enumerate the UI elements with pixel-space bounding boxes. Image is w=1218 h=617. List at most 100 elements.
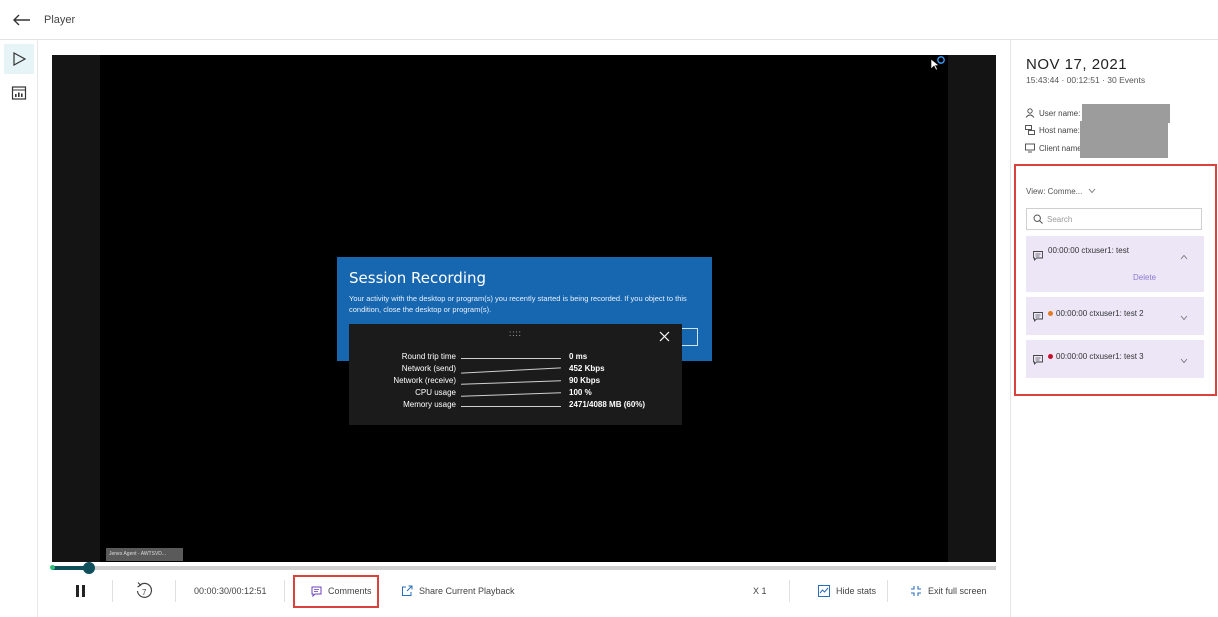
letterbox-left (52, 55, 100, 562)
comment-item[interactable]: 00:00:00 ctxuser1: test Delete (1026, 236, 1204, 292)
share-icon (402, 585, 413, 596)
chevron-down-icon[interactable] (1180, 358, 1188, 364)
stats-value: 0 ms (569, 352, 588, 361)
stats-row: Round trip time 0 ms (349, 352, 682, 364)
comment-icon (1033, 312, 1043, 322)
stats-icon (818, 585, 830, 597)
close-icon[interactable] (649, 326, 679, 346)
delete-comment-link[interactable]: Delete (1133, 273, 1156, 282)
divider (112, 580, 113, 602)
stats-row: Network (receive) 90 Kbps (349, 376, 682, 388)
pause-button[interactable] (76, 574, 86, 608)
user-name-row: User name: (1025, 103, 1171, 123)
host-name-redacted (1079, 120, 1168, 140)
session-date: NOV 17, 2021 (1026, 56, 1128, 73)
stats-row: CPU usage 100 % (349, 388, 682, 400)
divider (789, 580, 790, 602)
session-meta: 15:43:44 · 00:12:51 · 30 Events (1026, 75, 1146, 85)
client-name-label: Client name (1039, 143, 1082, 153)
comment-text-row: 00:00:00 ctxuser1: test 2 (1048, 309, 1144, 318)
exit-fullscreen-button[interactable]: Exit full screen (910, 574, 987, 608)
view-dropdown-label: View: Comme... (1026, 187, 1083, 196)
comment-text: 00:00:00 ctxuser1: test 3 (1056, 352, 1144, 361)
exit-fullscreen-icon (911, 586, 921, 596)
status-dot (1048, 354, 1053, 359)
top-bar: Player (0, 0, 1218, 40)
divider (461, 406, 561, 407)
hide-stats-button[interactable]: Hide stats (818, 574, 876, 608)
stats-label: Round trip time (401, 352, 456, 361)
timeline-thumb[interactable] (82, 562, 95, 574)
player-tab[interactable] (4, 44, 34, 74)
comment-text: 00:00:00 ctxuser1: test 2 (1056, 309, 1144, 318)
comment-item[interactable]: 00:00:00 ctxuser1: test 3 (1026, 340, 1204, 378)
host-name-row: Host name: (1025, 120, 1168, 140)
monitor-icon (1025, 143, 1035, 153)
stats-label: Network (receive) (393, 376, 456, 385)
host-icon (1025, 125, 1035, 135)
stats-row: Memory usage 2471/4088 MB (60%) (349, 400, 682, 412)
dialog-text: Your activity with the desktop or progra… (349, 294, 687, 314)
stats-value: 100 % (569, 388, 592, 397)
search-input[interactable]: Search (1026, 208, 1202, 230)
divider (175, 580, 176, 602)
exit-fullscreen-label: Exit full screen (928, 586, 987, 596)
play-outline-icon (13, 51, 27, 67)
comments-button-highlight (293, 575, 379, 608)
comment-icon (1033, 251, 1043, 261)
drag-handle-icon[interactable]: :::: (509, 329, 522, 338)
stats-overlay: :::: Round trip time 0 ms Network (send)… (349, 324, 682, 425)
playback-controls: 7 00:00:30/00:12:51 Comments Share Curre… (52, 574, 996, 608)
rewind-7s-button[interactable]: 7 (134, 574, 154, 608)
dialog-title: Session Recording (349, 269, 487, 287)
back-arrow-icon (13, 14, 30, 25)
speed-button[interactable]: X 1 (753, 574, 767, 608)
host-name-label: Host name: (1039, 125, 1080, 135)
comment-text-row: 00:00:00 ctxuser1: test 3 (1048, 352, 1144, 361)
page-title: Player (44, 13, 76, 26)
comment-item[interactable]: 00:00:00 ctxuser1: test 2 (1026, 297, 1204, 335)
share-playback-button[interactable]: Share Current Playback (401, 574, 515, 608)
divider (887, 580, 888, 602)
stats-value: 2471/4088 MB (60%) (569, 400, 646, 409)
back-button[interactable] (4, 2, 40, 38)
stats-value: 452 Kbps (569, 364, 605, 373)
user-name-label: User name: (1039, 108, 1081, 118)
stats-label: Network (send) (401, 364, 456, 373)
client-name-redacted (1079, 138, 1168, 158)
search-icon (1033, 214, 1043, 224)
time-display: 00:00:30/00:12:51 (194, 586, 267, 596)
search-placeholder: Search (1047, 214, 1073, 224)
comment-text: 00:00:00 ctxuser1: test (1048, 246, 1129, 255)
stats-row: Network (send) 452 Kbps (349, 364, 682, 376)
chevron-up-icon[interactable] (1180, 254, 1188, 260)
cursor-icon (930, 56, 945, 71)
chevron-down-icon[interactable] (1180, 315, 1188, 321)
left-rail (0, 40, 38, 617)
comment-icon (1033, 355, 1043, 365)
divider (461, 367, 561, 374)
divider (461, 392, 561, 397)
agent-label: Jenes Agent - AWTSVD... (106, 548, 183, 561)
divider (461, 358, 561, 359)
stats-value: 90 Kbps (569, 376, 601, 385)
timeline-start-marker (50, 565, 55, 570)
stats-tab[interactable] (4, 78, 34, 108)
hide-stats-label: Hide stats (836, 586, 877, 596)
letterbox-right (948, 55, 996, 562)
comments-panel: View: Comme... Search 00:00:00 ctxuser1:… (1014, 164, 1217, 396)
pause-icon (76, 585, 85, 597)
divider (461, 380, 561, 385)
client-name-row: Client name (1025, 138, 1168, 158)
share-label: Share Current Playback (419, 586, 515, 596)
rewind-7-icon: 7 (136, 582, 153, 598)
status-dot (1048, 311, 1053, 316)
svg-text:7: 7 (142, 588, 147, 597)
stats-label: CPU usage (415, 388, 456, 397)
view-dropdown[interactable]: View: Comme... (1026, 187, 1096, 196)
user-icon (1025, 108, 1035, 118)
stats-label: Memory usage (403, 400, 456, 409)
timeline-scrubber[interactable] (50, 562, 996, 574)
chevron-down-icon (1088, 188, 1095, 194)
divider (284, 580, 285, 602)
